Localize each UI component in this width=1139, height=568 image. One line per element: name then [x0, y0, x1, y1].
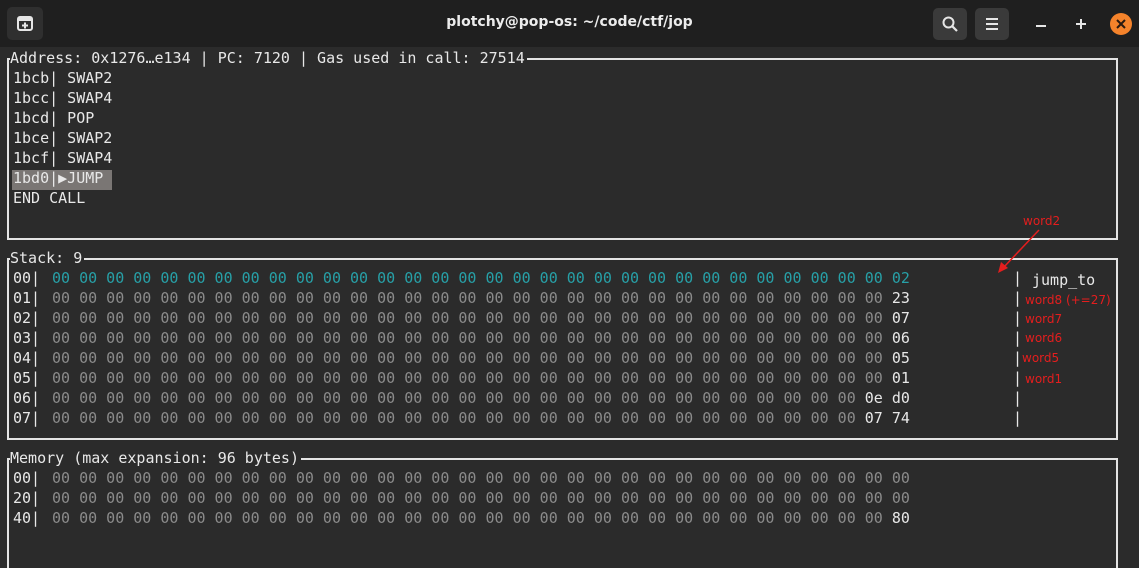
stack-row-address: 01|	[13, 289, 41, 307]
annotation-word7: word7	[1025, 312, 1063, 326]
stack-row-address: 06|	[13, 389, 41, 407]
stack-row-address: 05|	[13, 369, 41, 387]
annotation-word1: word1	[1025, 372, 1063, 386]
stack-row-bytes: 00 00 00 00 00 00 00 00 00 00 00 00 00 0…	[52, 329, 910, 347]
memory-row-bytes: 00 00 00 00 00 00 00 00 00 00 00 00 00 0…	[52, 489, 910, 507]
memory-row-address: 20|	[13, 489, 41, 507]
stack-row-bytes: 00 00 00 00 00 00 00 00 00 00 00 00 00 0…	[52, 289, 910, 307]
stack-panel-header: Stack: 9	[10, 249, 85, 267]
memory-panel-header: Memory (max expansion: 96 bytes)	[10, 449, 301, 467]
stack-row-separator: |	[1013, 349, 1023, 367]
memory-row-address: 40|	[13, 509, 41, 527]
stack-row-address: 03|	[13, 329, 41, 347]
stack-row-bytes: 00 00 00 00 00 00 00 00 00 00 00 00 00 0…	[52, 349, 910, 367]
code-line: 1bcf| SWAP4	[13, 149, 113, 167]
code-panel	[7, 58, 1118, 240]
end-call-line: END CALL	[13, 189, 86, 207]
stack-row-separator: |	[1013, 309, 1023, 327]
memory-row-bytes: 00 00 00 00 00 00 00 00 00 00 00 00 00 0…	[52, 469, 910, 487]
code-line: 1bce| SWAP2	[13, 129, 113, 147]
stack-row-bytes: 00 00 00 00 00 00 00 00 00 00 00 00 00 0…	[52, 369, 910, 387]
stack-row-separator: |	[1013, 389, 1023, 407]
close-button[interactable]	[1110, 13, 1132, 35]
annotation-word6: word6	[1025, 331, 1063, 345]
search-icon	[942, 16, 958, 32]
title-bar: plotchy@pop-os: ~/code/ctf/jop	[0, 0, 1139, 47]
stack-row-separator: |	[1013, 329, 1023, 347]
maximize-icon	[1076, 19, 1086, 29]
stack-row-bytes: 00 00 00 00 00 00 00 00 00 00 00 00 00 0…	[52, 389, 910, 407]
close-icon	[1116, 19, 1126, 29]
minimize-icon	[1036, 25, 1046, 27]
annotation-word8: word8 (+=27)	[1025, 293, 1111, 307]
code-line: 1bcc| SWAP4	[13, 89, 113, 107]
stack-row-separator: |	[1013, 289, 1023, 307]
stack-row-bytes: 00 00 00 00 00 00 00 00 00 00 00 00 00 0…	[52, 309, 910, 327]
annotation-word5: word5	[1022, 351, 1060, 365]
memory-row-bytes: 00 00 00 00 00 00 00 00 00 00 00 00 00 0…	[52, 509, 910, 527]
memory-row-address: 00|	[13, 469, 41, 487]
stack-row-separator: |	[1013, 409, 1023, 427]
code-line: 1bcd| POP	[13, 109, 95, 127]
window-title: plotchy@pop-os: ~/code/ctf/jop	[446, 14, 693, 30]
hamburger-menu-icon	[986, 18, 998, 30]
search-button[interactable]	[933, 8, 967, 40]
code-panel-header: Address: 0x1276…e134 | PC: 7120 | Gas us…	[10, 49, 527, 67]
stack-row-bytes: 00 00 00 00 00 00 00 00 00 00 00 00 00 0…	[52, 269, 910, 287]
code-line: 1bcb| SWAP2	[13, 69, 113, 87]
stack-row-address: 00|	[13, 269, 41, 287]
maximize-button[interactable]	[1071, 14, 1091, 34]
stack-row-separator: |	[1013, 369, 1023, 387]
stack-row-address: 07|	[13, 409, 41, 427]
minimize-button[interactable]	[1031, 14, 1051, 34]
current-code-line: 1bd0|▶JUMP	[13, 169, 104, 187]
stack-row-address: 04|	[13, 349, 41, 367]
menu-button[interactable]	[975, 8, 1009, 40]
annotation-word2: word2	[1023, 214, 1061, 228]
annotation-arrow	[998, 229, 1040, 273]
stack-row-address: 02|	[13, 309, 41, 327]
stack-row-bytes: 00 00 00 00 00 00 00 00 00 00 00 00 00 0…	[52, 409, 910, 427]
